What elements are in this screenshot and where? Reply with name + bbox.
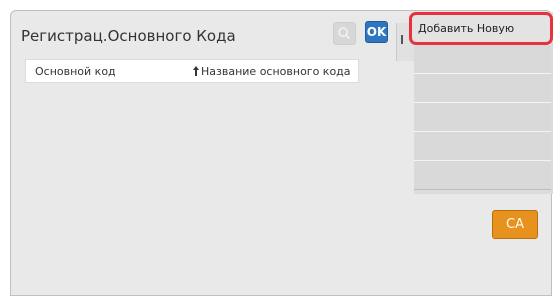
column-header-label: Название основного кода xyxy=(201,65,351,78)
search-button[interactable] xyxy=(333,22,356,45)
side-menu-slot[interactable] xyxy=(414,44,551,74)
side-menu-slot[interactable] xyxy=(414,73,551,103)
code-table-header: Основной код Название основного кода xyxy=(25,59,359,83)
column-header-main-code-name[interactable]: Название основного кода xyxy=(193,65,351,78)
side-menu-slot[interactable] xyxy=(414,102,551,132)
column-header-main-code[interactable]: Основной код xyxy=(35,65,116,78)
search-icon xyxy=(338,27,351,40)
ok-button[interactable]: OK xyxy=(365,21,388,43)
side-menu-slot[interactable] xyxy=(414,131,551,161)
side-menu-slot[interactable] xyxy=(414,160,551,190)
ca-button[interactable]: CA xyxy=(492,210,538,239)
page-title: Регистрац.Основного Кода xyxy=(21,27,236,45)
tab-handle-icon xyxy=(401,35,403,44)
sort-arrow-up-icon xyxy=(193,66,199,76)
add-new-button[interactable]: Добавить Новую xyxy=(409,12,553,45)
